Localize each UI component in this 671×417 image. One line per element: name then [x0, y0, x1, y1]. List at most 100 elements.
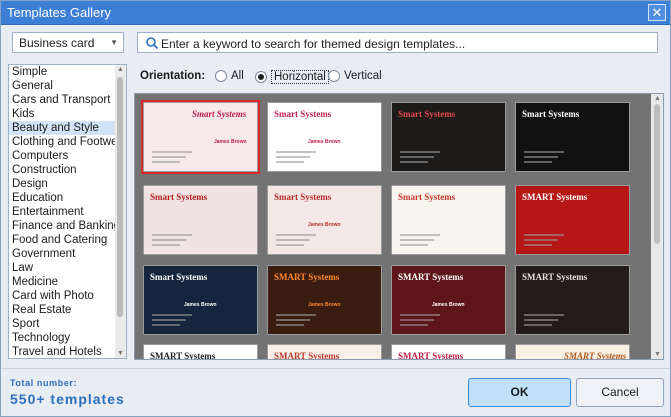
category-item[interactable]: Cars and Transport [9, 93, 115, 107]
template-thumbnail[interactable]: SMART Systems [391, 344, 506, 360]
template-text-line [276, 234, 316, 236]
template-thumbnail[interactable]: Smart Systems James Brown [141, 100, 260, 174]
category-item[interactable]: Law [9, 261, 115, 275]
scroll-down-icon[interactable]: ▼ [117, 350, 124, 357]
template-text-line [400, 244, 428, 246]
template-text-line [400, 239, 434, 241]
category-item[interactable]: General [9, 79, 115, 93]
template-company-name: SMART Systems [398, 351, 464, 360]
category-item[interactable]: Construction [9, 163, 115, 177]
window-title: Templates Gallery [7, 5, 112, 20]
template-text-line [400, 234, 440, 236]
category-item[interactable]: Card with Photo [9, 289, 115, 303]
template-thumbnail[interactable]: Smart Systems [143, 185, 258, 255]
template-person-name: James Brown [432, 302, 465, 308]
template-company-name: Smart Systems [522, 109, 580, 119]
template-text-line [400, 314, 440, 316]
category-item[interactable]: Finance and Banking [9, 219, 120, 233]
template-thumbnail[interactable]: Smart Systems James Brown [143, 265, 258, 335]
scrollbar-thumb[interactable] [117, 77, 123, 317]
template-text-line [400, 151, 440, 153]
template-text-line [276, 314, 316, 316]
category-scrollbar[interactable]: ▲ ▼ [115, 65, 126, 358]
radio-label: All [231, 70, 244, 82]
orientation-all-radio[interactable]: All [215, 70, 244, 82]
total-number-label: Total number: [10, 378, 78, 388]
scroll-up-icon[interactable]: ▲ [654, 95, 661, 102]
radio-circle [255, 71, 267, 83]
template-text-line [276, 244, 304, 246]
template-text-line [152, 151, 192, 153]
category-item[interactable]: Clothing and Footwear [9, 135, 126, 149]
template-person-name: James Brown [184, 302, 217, 308]
template-person-name: James Brown [308, 139, 341, 145]
template-company-name: Smart Systems [274, 192, 332, 202]
category-item[interactable]: Education [9, 191, 115, 205]
category-item[interactable]: Beauty and Style [9, 121, 115, 135]
template-company-name: Smart Systems [192, 109, 247, 119]
gallery-scrollbar[interactable]: ▲ ▼ [651, 94, 663, 359]
category-item[interactable]: Sport [9, 317, 115, 331]
category-item[interactable]: Travel and Hotels [9, 345, 115, 358]
scroll-up-icon[interactable]: ▲ [117, 66, 124, 73]
category-item[interactable]: Food and Catering [9, 233, 115, 247]
category-item[interactable]: Entertainment [9, 205, 115, 219]
title-bar: Templates Gallery ✕ [1, 1, 670, 25]
ok-button[interactable]: OK [468, 378, 571, 407]
template-text-line [276, 161, 304, 163]
template-text-line [152, 161, 180, 163]
template-thumbnail[interactable]: SMART Systems James Brown [391, 265, 506, 335]
category-item[interactable]: Design [9, 177, 115, 191]
template-thumbnail[interactable]: SMART Systems [267, 344, 382, 359]
category-type-dropdown[interactable]: Business card ▼ [12, 32, 124, 53]
template-thumbnail[interactable]: SMART Systems [515, 265, 630, 335]
template-text-line [524, 239, 558, 241]
search-placeholder: Enter a keyword to search for themed des… [161, 37, 466, 51]
cancel-button[interactable]: Cancel [576, 378, 664, 407]
template-thumbnail[interactable]: Smart Systems [391, 102, 506, 172]
template-company-name: Smart Systems [150, 192, 208, 202]
category-item[interactable]: Real Estate [9, 303, 115, 317]
template-gallery: Smart Systems James Brown Smart Systems Jam… [134, 93, 664, 360]
template-thumbnail[interactable]: SMART Systems James Brown [267, 265, 382, 335]
template-person-name: James Brown [214, 139, 247, 145]
category-item[interactable]: Simple [9, 65, 115, 79]
template-text-line [152, 234, 192, 236]
template-company-name: Smart Systems [150, 272, 208, 282]
template-text-line [276, 156, 310, 158]
template-thumbnail[interactable]: Smart Systems James Brown [267, 185, 382, 255]
scroll-down-icon[interactable]: ▼ [654, 351, 661, 358]
template-thumbnail[interactable]: SMART Systems [143, 344, 258, 359]
search-input[interactable]: Enter a keyword to search for themed des… [137, 32, 658, 53]
template-company-name: SMART Systems [274, 272, 340, 282]
template-text-line [400, 161, 428, 163]
chevron-down-icon: ▼ [110, 38, 118, 47]
radio-circle [328, 70, 340, 82]
orientation-vertical-radio[interactable]: Vertical [328, 70, 382, 82]
template-thumbnail[interactable]: Smart Systems James Brown [267, 102, 382, 172]
template-thumbnail[interactable]: SMART Systems [515, 185, 630, 255]
category-list[interactable]: Simple General Cars and Transport Kids Beaut… [8, 64, 127, 359]
template-text-line [524, 151, 564, 153]
template-company-name: SMART Systems [522, 192, 588, 202]
scrollbar-thumb[interactable] [654, 104, 660, 244]
template-text-line [276, 324, 304, 326]
template-text-line [400, 156, 434, 158]
template-text-line [524, 319, 558, 321]
close-button[interactable]: ✕ [648, 4, 666, 21]
template-text-line [152, 319, 186, 321]
template-thumbnail[interactable]: Smart Systems [515, 102, 630, 172]
templates-gallery-window: Templates Gallery ✕ Business card ▼ Ente… [0, 0, 671, 417]
radio-label: Horizontal [271, 70, 329, 84]
category-item[interactable]: Kids [9, 107, 115, 121]
category-item[interactable]: Computers [9, 149, 115, 163]
category-item[interactable]: Technology [9, 331, 115, 345]
category-item[interactable]: Government [9, 247, 115, 261]
category-item[interactable]: Medicine [9, 275, 115, 289]
template-text-line [276, 239, 310, 241]
template-thumbnail[interactable]: Smart Systems [391, 185, 506, 255]
template-thumbnail[interactable]: SMART Systems [515, 344, 630, 360]
template-text-line [400, 324, 428, 326]
orientation-horizontal-radio[interactable]: Horizontal [255, 70, 329, 84]
template-company-name: SMART Systems [564, 351, 627, 360]
